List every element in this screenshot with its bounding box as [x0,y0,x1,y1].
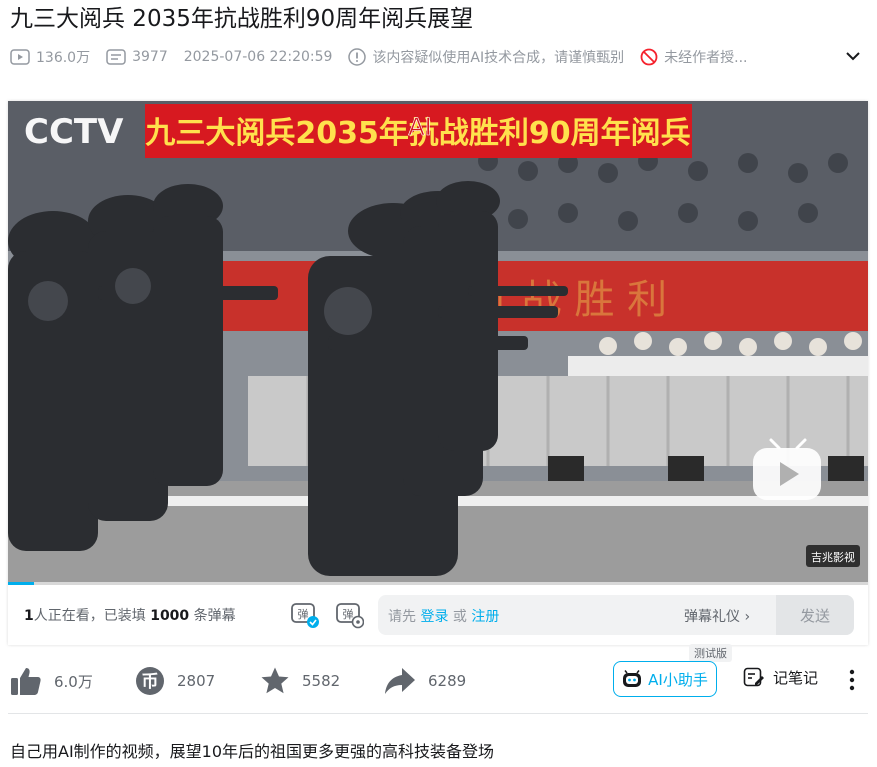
progress-bar[interactable] [8,582,868,585]
star-icon [261,667,289,694]
like-button[interactable]: 6.0万 [10,666,93,696]
chevron-down-icon[interactable] [844,47,862,65]
progress-fill [8,582,34,585]
ai-mark: AI [408,113,432,141]
action-toolbar: 6.0万 币 2807 5582 6289 测试版 AI小助手 记笔记 [8,644,868,704]
no-repost-notice[interactable]: 未经作者授... [640,47,748,67]
video-frame[interactable]: 抗 战 胜 利 九三大阅兵2035年抗战胜利90周年阅兵 AI CCTV 吉兆影… [8,101,868,585]
ai-warning: 该内容疑似使用AI技术合成，请谨慎甄别 [348,47,624,67]
corner-watermark: 吉兆影视 [811,550,855,564]
coin-icon: 币 [136,667,164,695]
video-title: 九三大阅兵 2035年抗战胜利90周年阅兵展望 [10,6,474,32]
danmaku-bar: 1人正在看，已装填 1000 条弹幕 弹 弹 请先 登录 或 注册 弹幕礼仪 ›… [8,591,868,637]
publish-date: 2025-07-06 22:20:59 [183,49,333,65]
beta-badge: 测试版 [689,644,732,662]
danmaku-input[interactable]: 请先 登录 或 注册 弹幕礼仪 › 发送 [378,595,854,635]
video-description: 自己用AI制作的视频，展望10年后的祖国更多更强的高科技装备登场 [10,742,495,761]
video-player[interactable]: 抗 战 胜 利 九三大阅兵2035年抗战胜利90周年阅兵 AI CCTV 吉兆影… [8,101,868,645]
coin-button[interactable]: 币 2807 [135,666,215,696]
warning-icon [348,48,367,66]
send-button[interactable]: 发送 [776,595,854,635]
danmaku-placeholder: 请先 登录 或 注册 [388,609,500,625]
video-meta: 136.0万 3977 2025-07-06 22:20:59 该内容疑似使用A… [10,45,866,69]
share-arrow-icon [385,668,415,694]
register-link[interactable]: 注册 [471,609,499,625]
login-link[interactable]: 登录 [420,609,448,625]
watching-status: 1人正在看，已装填 1000 条弹幕 [24,608,236,624]
cctv-logo: CCTV [24,112,124,152]
thumbs-up-icon [11,668,41,695]
svg-text:弹: 弹 [298,607,309,621]
share-button[interactable]: 6289 [384,666,466,696]
danmaku-count: 3977 [106,49,168,65]
danmaku-etiquette-link[interactable]: 弹幕礼仪 › [684,606,750,626]
robot-icon [623,670,642,687]
svg-text:币: 币 [142,672,159,692]
view-count: 136.0万 [10,47,90,67]
danmaku-toggle-icon[interactable]: 弹 [289,599,319,629]
divider [8,713,868,714]
ai-assistant-button[interactable]: AI小助手 [613,661,717,697]
svg-text:弹: 弹 [343,607,354,621]
video-scene: 抗 战 胜 利 九三大阅兵2035年抗战胜利90周年阅兵 AI CCTV 吉兆影… [8,101,868,585]
more-options-icon[interactable] [845,668,859,692]
favorite-button[interactable]: 5582 [260,666,340,696]
play-button-icon[interactable] [753,438,821,500]
note-edit-icon [743,667,764,687]
danmaku-settings-icon[interactable]: 弹 [334,599,364,629]
prohibited-icon [640,48,658,66]
notes-button[interactable]: 记笔记 [743,666,818,688]
danmaku-count-icon [106,49,126,65]
play-count-icon [10,49,30,65]
